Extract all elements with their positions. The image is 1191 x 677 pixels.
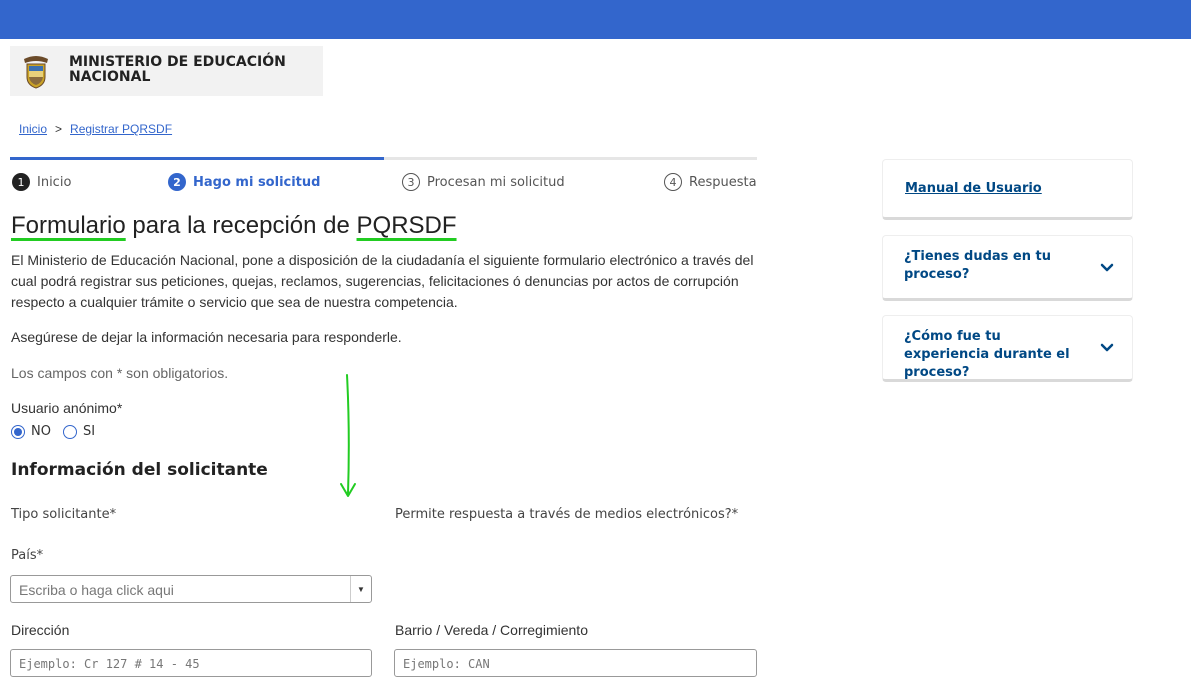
radio-no-label: NO xyxy=(31,424,51,439)
pais-select[interactable]: Escriba o haga click aqui ▼ xyxy=(10,575,372,603)
reminder-text: Asegúrese de dejar la información necesa… xyxy=(11,329,402,345)
anonymous-label: Usuario anónimo* xyxy=(11,400,123,416)
breadcrumb: Inicio > Registrar PQRSDF xyxy=(19,122,172,136)
manual-card: Manual de Usuario xyxy=(882,159,1133,220)
coat-of-arms-icon xyxy=(24,56,48,89)
radio-si-label: SI xyxy=(82,424,96,439)
faq-card-experiencia[interactable]: ¿Cómo fue tu experiencia durante el proc… xyxy=(882,315,1133,382)
title-middle: para la recepción de xyxy=(125,212,357,239)
step-label: Procesan mi solicitud xyxy=(427,174,565,190)
electronic-response-label: Permite respuesta a través de medios ele… xyxy=(395,507,739,522)
breadcrumb-current-link[interactable]: Registrar PQRSDF xyxy=(70,122,172,136)
pais-label: País* xyxy=(11,548,44,563)
direccion-placeholder: Ejemplo: Cr 127 # 14 - 45 xyxy=(19,657,200,671)
step-procesan: 3 Procesan mi solicitud xyxy=(402,173,565,191)
step-hago-mi-solicitud: 2 Hago mi solicitud xyxy=(168,173,320,191)
progress-fill xyxy=(10,157,384,160)
breadcrumb-separator: > xyxy=(55,122,63,136)
required-note: Los campos con * son obligatorios. xyxy=(11,365,229,381)
direccion-label: Dirección xyxy=(11,622,70,638)
chevron-down-icon[interactable] xyxy=(1100,341,1114,355)
step-number: 2 xyxy=(168,173,186,191)
progress-track xyxy=(10,157,757,160)
breadcrumb-home-link[interactable]: Inicio xyxy=(19,122,47,136)
step-label: Hago mi solicitud xyxy=(193,174,321,190)
ministry-name: MINISTERIO DE EDUCACIÓN NACIONAL xyxy=(69,54,286,85)
green-arrow-annotation xyxy=(340,374,356,497)
intro-paragraph: El Ministerio de Educación Nacional, pon… xyxy=(11,252,754,310)
chevron-down-icon[interactable] xyxy=(1100,261,1114,275)
manual-link[interactable]: Manual de Usuario xyxy=(905,181,1042,196)
faq-question: ¿Cómo fue tu experiencia durante el proc… xyxy=(904,329,1070,380)
pais-placeholder: Escriba o haga click aqui xyxy=(19,582,174,598)
title-highlight-pqrsdf: PQRSDF xyxy=(356,212,457,239)
step-inicio: 1 Inicio xyxy=(12,173,71,191)
tipo-solicitante-label: Tipo solicitante* xyxy=(11,507,117,522)
direccion-input[interactable]: Ejemplo: Cr 127 # 14 - 45 xyxy=(10,649,372,677)
barrio-placeholder: Ejemplo: CAN xyxy=(403,657,490,671)
section-title: Información del solicitante xyxy=(11,460,268,480)
anonymous-radio-group: NO SI xyxy=(11,424,95,439)
top-bar xyxy=(0,0,1191,39)
step-label: Respuesta xyxy=(689,174,757,190)
dropdown-arrow-icon[interactable]: ▼ xyxy=(350,576,371,602)
step-respuesta: 4 Respuesta xyxy=(664,173,757,191)
barrio-label: Barrio / Vereda / Corregimiento xyxy=(395,622,588,638)
title-highlight-formulario: Formulario xyxy=(11,212,126,239)
faq-question: ¿Tienes dudas en tu proceso? xyxy=(904,249,1051,282)
step-number: 3 xyxy=(402,173,420,191)
ministry-logo[interactable]: MINISTERIO DE EDUCACIÓN NACIONAL xyxy=(10,46,323,96)
step-number: 4 xyxy=(664,173,682,191)
radio-si[interactable] xyxy=(62,424,77,439)
page-title: Formulario para la recepción de PQRSDF xyxy=(11,212,457,240)
barrio-input[interactable]: Ejemplo: CAN xyxy=(394,649,757,677)
radio-no[interactable] xyxy=(11,424,25,439)
faq-card-dudas[interactable]: ¿Tienes dudas en tu proceso? xyxy=(882,235,1133,301)
step-label: Inicio xyxy=(37,174,72,190)
step-number: 1 xyxy=(12,173,30,191)
